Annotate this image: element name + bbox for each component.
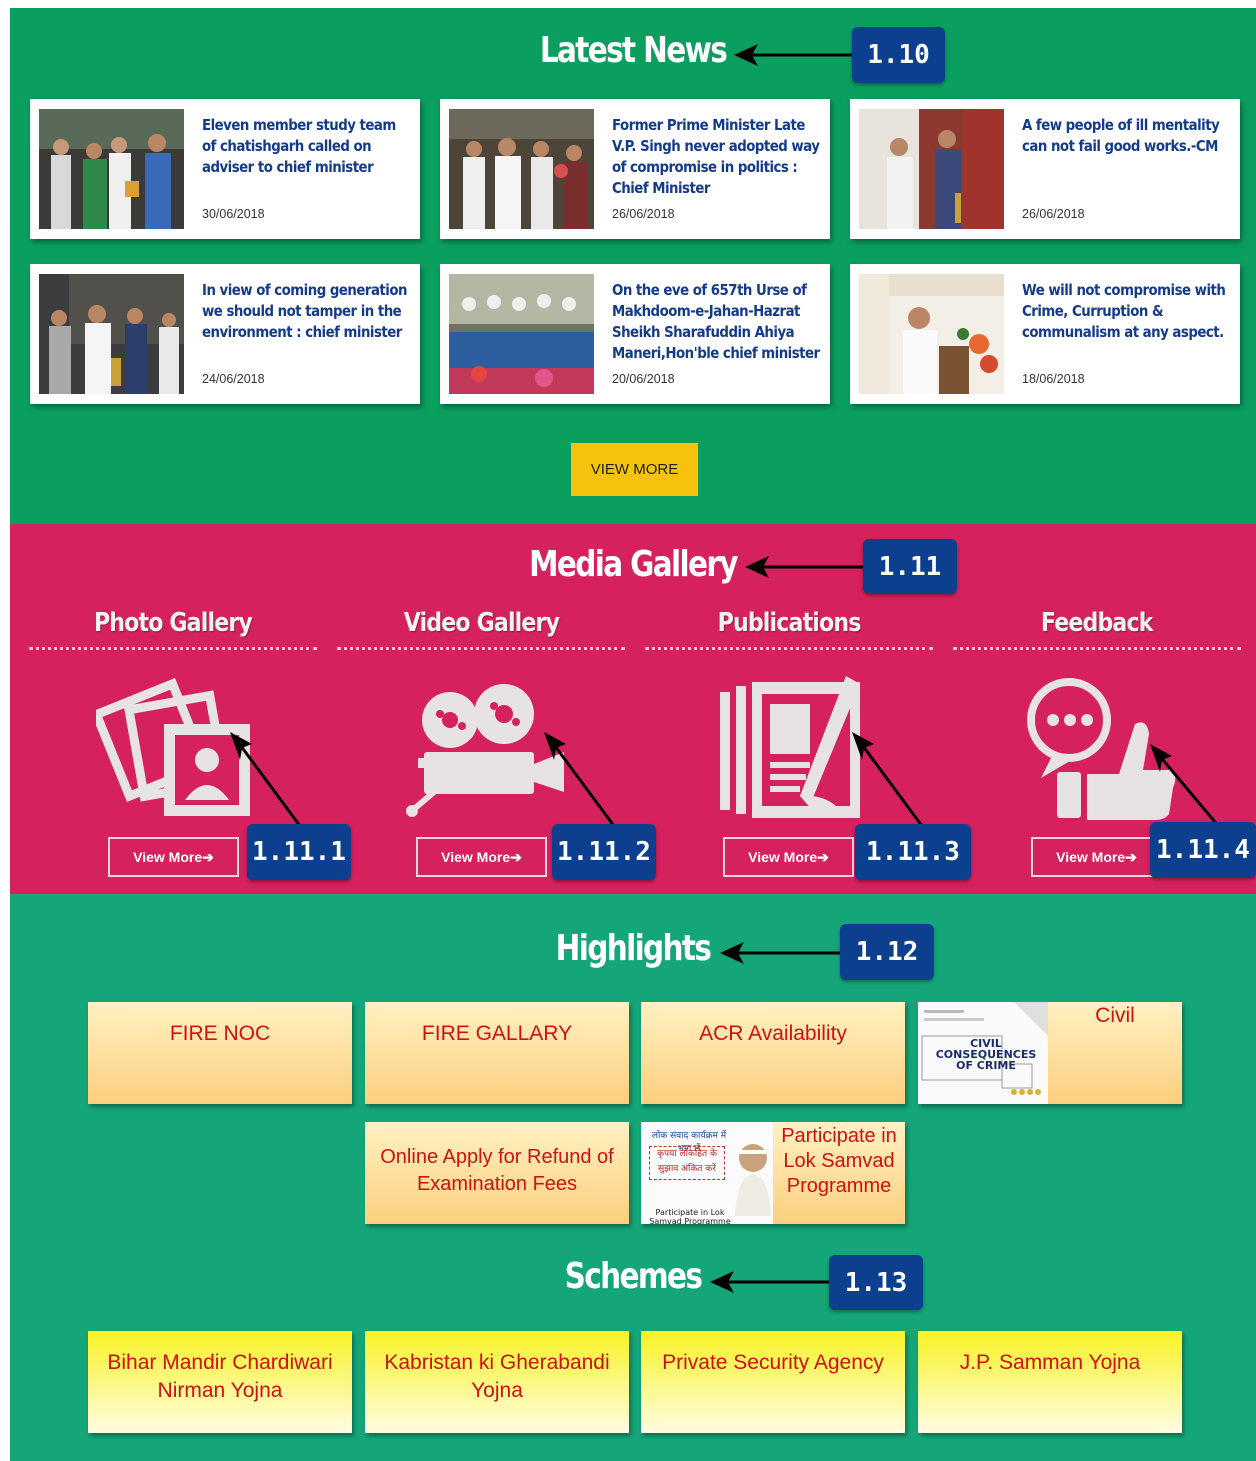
highlight-label: FIRE NOC — [169, 1022, 271, 1045]
news-date: 30/06/2018 — [202, 207, 265, 221]
scheme-label: J.P. Samman Yojna — [959, 1351, 1141, 1374]
news-photo[interactable] — [449, 109, 594, 229]
latest-news-heading: Latest News — [539, 30, 728, 71]
schemes-heading: Schemes — [564, 1256, 703, 1297]
scheme-label: Private Security Agency — [662, 1351, 884, 1374]
news-date: 26/06/2018 — [612, 207, 675, 221]
news-photo[interactable] — [859, 274, 1004, 394]
news-title-link[interactable]: We will not compromise with Crime, Curru… — [1022, 280, 1232, 343]
news-date: 18/06/2018 — [1022, 372, 1085, 386]
callout-badge: 1.11.1 — [247, 824, 351, 880]
latest-news-section: Latest News 1.10 Eleven member study tea… — [10, 8, 1256, 524]
news-title-link[interactable]: On the eve of 657th Urse of Makhdoom-e-J… — [612, 280, 822, 364]
callout-arrow — [852, 732, 924, 827]
news-card[interactable]: Former Prime Minister Late V.P. Singh ne… — [440, 99, 830, 239]
lok-samvad-image: लोक संवाद कार्यक्रम में भाग लें कृपया लो… — [641, 1122, 773, 1224]
news-date: 20/06/2018 — [612, 372, 675, 386]
media-gallery-section: Media Gallery 1.11 Photo Gallery Video G… — [10, 524, 1256, 894]
news-card[interactable]: We will not compromise with Crime, Curru… — [850, 264, 1240, 404]
scheme-jp-samman-link[interactable]: J.P. Samman Yojna — [918, 1331, 1182, 1433]
news-title-link[interactable]: Eleven member study team of chatishgarh … — [202, 115, 412, 178]
news-title-link[interactable]: Former Prime Minister Late V.P. Singh ne… — [612, 115, 822, 199]
news-photo[interactable] — [39, 109, 184, 229]
acr-availability-link[interactable]: ACR Availability — [641, 1002, 905, 1104]
lok-samvad-link[interactable]: लोक संवाद कार्यक्रम में भाग लें कृपया लो… — [641, 1122, 905, 1224]
news-card[interactable]: A few people of ill mentality can not fa… — [850, 99, 1240, 239]
highlights-heading: Highlights — [555, 928, 712, 969]
news-title-link[interactable]: A few people of ill mentality can not fa… — [1022, 115, 1232, 157]
civil-consequences-image: CIVIL CONSEQUENCES OF CRIME — [918, 1002, 1048, 1104]
publications-heading[interactable]: Publications — [645, 608, 933, 650]
refund-examination-fees-link[interactable]: Online Apply for Refund of Examination F… — [365, 1122, 629, 1224]
feedback-heading[interactable]: Feedback — [953, 608, 1241, 650]
video-gallery-heading[interactable]: Video Gallery — [337, 608, 625, 650]
news-photo[interactable] — [859, 109, 1004, 229]
news-photo[interactable] — [39, 274, 184, 394]
callout-arrow — [734, 44, 858, 66]
news-date: 26/06/2018 — [1022, 207, 1085, 221]
video-gallery-view-more-button[interactable]: View More➔ — [416, 837, 547, 877]
photo-gallery-view-more-button[interactable]: View More➔ — [108, 837, 239, 877]
news-card[interactable]: Eleven member study team of chatishgarh … — [30, 99, 420, 239]
view-more-button[interactable]: VIEW MORE — [571, 443, 698, 496]
callout-badge: 1.10 — [852, 27, 945, 83]
news-card[interactable]: In view of coming generation we should n… — [30, 264, 420, 404]
highlight-label: FIRE GALLARY — [421, 1022, 573, 1045]
callout-arrow — [745, 556, 869, 578]
feedback-view-more-button[interactable]: View More➔ — [1031, 837, 1162, 877]
news-card[interactable]: On the eve of 657th Urse of Makhdoom-e-J… — [440, 264, 830, 404]
highlights-section: Highlights 1.12 FIRE NOC FIRE GALLARY AC… — [10, 894, 1256, 1461]
callout-arrow — [230, 732, 302, 827]
callout-badge: 1.12 — [840, 924, 934, 980]
fire-noc-link[interactable]: FIRE NOC — [88, 1002, 352, 1104]
highlight-label: Participate in Lok Samvad Programme — [781, 1125, 897, 1197]
callout-badge: 1.13 — [829, 1255, 923, 1310]
photo-gallery-heading[interactable]: Photo Gallery — [29, 608, 317, 650]
fire-gallery-link[interactable]: FIRE GALLARY — [365, 1002, 629, 1104]
scheme-mandir-chardiwari-link[interactable]: Bihar Mandir Chardiwari Nirman Yojna — [88, 1331, 352, 1433]
callout-badge: 1.11 — [863, 539, 957, 594]
news-date: 24/06/2018 — [202, 372, 265, 386]
highlight-label: Online Apply for Refund of Examination F… — [380, 1146, 614, 1195]
scheme-label: Kabristan ki Gherabandi Yojna — [384, 1351, 610, 1402]
scheme-label: Bihar Mandir Chardiwari Nirman Yojna — [107, 1351, 333, 1402]
callout-badge: 1.11.2 — [552, 824, 656, 880]
publications-view-more-button[interactable]: View More➔ — [723, 837, 854, 877]
callout-badge: 1.11.3 — [855, 824, 971, 880]
scheme-kabristan-link[interactable]: Kabristan ki Gherabandi Yojna — [365, 1331, 629, 1433]
image-caption: CIVIL CONSEQUENCES OF CRIME — [935, 1037, 1037, 1072]
callout-badge: 1.11.4 — [1150, 822, 1256, 878]
callout-arrow — [1150, 744, 1222, 829]
scheme-private-security-link[interactable]: Private Security Agency — [641, 1331, 905, 1433]
highlight-label: Civil — [1095, 1004, 1135, 1027]
media-gallery-heading: Media Gallery — [529, 544, 738, 585]
callout-arrow — [720, 942, 844, 964]
highlight-label: ACR Availability — [699, 1022, 847, 1045]
civil-consequences-link[interactable]: CIVIL CONSEQUENCES OF CRIME Civil — [918, 1002, 1182, 1104]
avatar — [735, 1144, 771, 1216]
news-title-link[interactable]: In view of coming generation we should n… — [202, 280, 412, 343]
callout-arrow — [544, 732, 616, 827]
callout-arrow — [710, 1271, 834, 1293]
news-photo[interactable] — [449, 274, 594, 394]
